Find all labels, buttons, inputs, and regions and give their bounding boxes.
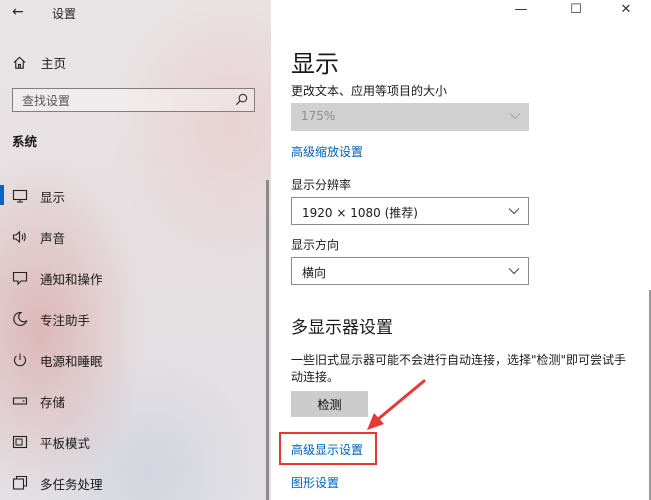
sidebar: ← 设置 主页 查找设置 系统 显示 声音 通知和操作 专注助手 电源和睡眠 存… (0, 0, 271, 500)
window-controls: — ☐ ✕ (491, 0, 651, 26)
sidebar-item-power-sleep[interactable]: 电源和睡眠 (0, 339, 266, 380)
resolution-value: 1920 × 1080 (推荐) (302, 206, 418, 220)
back-button[interactable]: ← (12, 4, 24, 20)
sidebar-item-tablet-mode[interactable]: 平板模式 (0, 421, 266, 462)
scale-dropdown[interactable]: 175% (291, 103, 529, 131)
detect-button[interactable]: 检测 (291, 391, 368, 417)
search-placeholder: 查找设置 (22, 94, 71, 108)
sidebar-item-sound[interactable]: 声音 (0, 216, 266, 257)
orientation-dropdown[interactable]: 横向 (291, 257, 529, 285)
sidebar-scrollbar[interactable] (266, 180, 269, 500)
window-title: 设置 (52, 7, 77, 21)
multi-display-description: 一些旧式显示器可能不会进行自动连接，选择"检测"即可尝试手动连接。 (291, 353, 627, 384)
home-icon (13, 56, 26, 69)
maximize-button[interactable]: ☐ (564, 2, 588, 24)
sidebar-home[interactable]: 主页 (12, 52, 212, 72)
main-content: — ☐ ✕ 显示 更改文本、应用等项目的大小 175% 高级缩放设置 显示分辨率… (271, 0, 651, 500)
search-icon[interactable] (234, 92, 249, 107)
tablet-icon (12, 435, 28, 449)
sidebar-item-notifications[interactable]: 通知和操作 (0, 257, 266, 298)
sidebar-item-multitasking[interactable]: 多任务处理 (0, 462, 266, 500)
title-bar-left: ← 设置 (0, 0, 271, 26)
close-button[interactable]: ✕ (614, 2, 638, 24)
sidebar-item-focus-assist[interactable]: 专注助手 (0, 298, 266, 339)
resolution-label: 显示分辨率 (291, 178, 352, 192)
sidebar-item-label: 存储 (40, 395, 66, 410)
orientation-label: 显示方向 (291, 238, 340, 252)
power-icon (14, 353, 26, 367)
scale-value: 175% (301, 109, 336, 123)
sidebar-item-label: 通知和操作 (40, 272, 103, 287)
sidebar-item-label: 平板模式 (40, 436, 91, 451)
monitor-icon (12, 189, 28, 203)
sidebar-item-storage[interactable]: 存储 (0, 380, 266, 421)
notification-icon (12, 271, 28, 286)
active-indicator (0, 185, 4, 205)
sidebar-section-heading: 系统 (12, 134, 38, 149)
sidebar-item-label: 显示 (40, 190, 66, 205)
storage-icon (12, 397, 28, 405)
sidebar-item-label: 专注助手 (40, 313, 91, 328)
advanced-scaling-link[interactable]: 高级缩放设置 (291, 143, 363, 160)
moon-icon (13, 311, 28, 327)
speaker-icon (12, 230, 26, 244)
sidebar-item-display[interactable]: 显示 (0, 175, 266, 216)
sidebar-item-label: 多任务处理 (40, 477, 103, 492)
multitask-icon (12, 475, 28, 490)
chevron-down-icon (508, 208, 520, 215)
sidebar-nav: 显示 声音 通知和操作 专注助手 电源和睡眠 存储 平板模式 多任务处理 (0, 175, 266, 500)
orientation-value: 横向 (302, 266, 327, 280)
sidebar-item-label: 电源和睡眠 (40, 354, 103, 369)
chevron-down-icon (508, 268, 520, 275)
scale-label: 更改文本、应用等项目的大小 (291, 84, 448, 98)
settings-window: ← 设置 主页 查找设置 系统 显示 声音 通知和操作 专注助手 电源和睡眠 存… (0, 0, 651, 500)
search-input[interactable]: 查找设置 (12, 88, 255, 112)
sidebar-home-label: 主页 (41, 55, 67, 71)
multi-display-heading: 多显示器设置 (291, 318, 393, 338)
graphics-settings-link[interactable]: 图形设置 (291, 474, 339, 491)
resolution-dropdown[interactable]: 1920 × 1080 (推荐) (291, 197, 529, 225)
chevron-down-icon (509, 113, 521, 120)
sidebar-item-label: 声音 (40, 231, 66, 246)
minimize-button[interactable]: — (509, 2, 533, 24)
annotation-highlight-box (279, 432, 377, 465)
page-title: 显示 (291, 50, 339, 78)
